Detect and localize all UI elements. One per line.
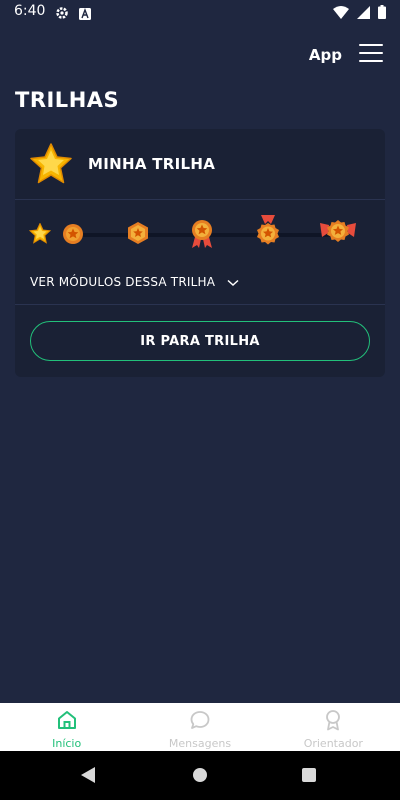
- silver-medal-icon: [126, 221, 150, 249]
- home-circle-icon[interactable]: [193, 768, 207, 782]
- nav-item-mensagens[interactable]: Mensagens: [133, 703, 266, 751]
- hamburger-line: [359, 44, 383, 46]
- trail-title: MINHA TRILHA: [88, 155, 216, 173]
- app-label: App: [308, 46, 342, 64]
- gear-icon: [55, 5, 69, 24]
- chat-icon: [189, 709, 211, 735]
- chevron-down-icon: [227, 272, 239, 291]
- status-time: 6:40: [14, 3, 46, 19]
- status-bar: 6:40: [0, 0, 400, 24]
- trophy-medal-icon: [320, 219, 356, 249]
- notification-a-icon: [79, 5, 91, 24]
- nav-label-inicio: Início: [52, 737, 82, 750]
- home-icon: [56, 709, 78, 735]
- nav-label-orientador: Orientador: [303, 737, 363, 750]
- bronze-medal-icon: [62, 223, 84, 249]
- nav-item-inicio[interactable]: Início: [0, 703, 133, 751]
- trail-card-header: MINHA TRILHA: [15, 129, 385, 200]
- battery-icon: [378, 4, 386, 23]
- view-modules-toggle[interactable]: VER MÓDULOS DESSA TRILHA: [30, 272, 239, 291]
- card-divider: [15, 304, 385, 305]
- nav-label-mensagens: Mensagens: [168, 737, 232, 750]
- hamburger-line: [359, 52, 383, 54]
- star-milestone-icon: [28, 222, 52, 248]
- wifi-icon: [333, 4, 349, 23]
- star-icon: [29, 143, 73, 189]
- recents-icon[interactable]: [302, 768, 316, 782]
- app-bar: App: [0, 36, 400, 76]
- page-title: TRILHAS: [15, 88, 120, 112]
- view-modules-label: VER MÓDULOS DESSA TRILHA: [30, 274, 216, 289]
- menu-button[interactable]: [359, 44, 383, 64]
- nav-item-orientador[interactable]: Orientador: [267, 703, 400, 751]
- bottom-navigation: Início Mensagens Orientador: [0, 703, 400, 751]
- award-icon: [322, 709, 344, 735]
- ribbon-medal-icon: [190, 219, 214, 253]
- trail-card: MINHA TRILHA VER MÓDULOS DESSA TRILHA IR…: [15, 129, 385, 377]
- signal-icon: [357, 4, 370, 23]
- go-to-trail-label: IR PARA TRILHA: [140, 333, 260, 349]
- hamburger-line: [359, 60, 383, 62]
- gold-medal-icon: [255, 215, 281, 253]
- go-to-trail-button[interactable]: IR PARA TRILHA: [30, 321, 370, 361]
- milestone-track: [15, 209, 385, 269]
- back-icon[interactable]: [81, 767, 95, 787]
- system-navigation-bar: [0, 751, 400, 800]
